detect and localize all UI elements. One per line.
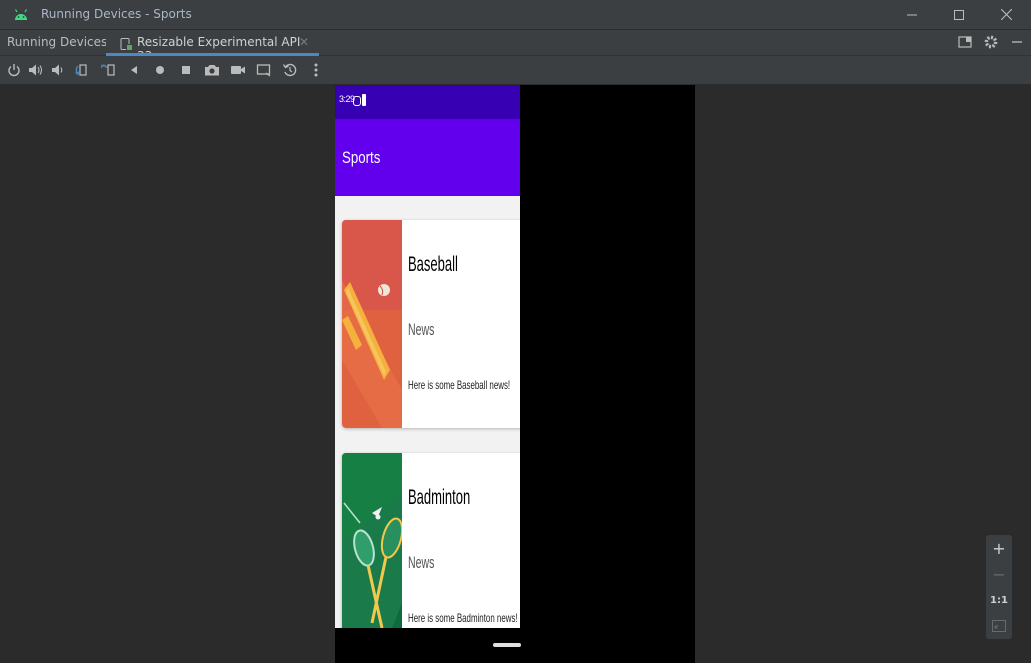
device-frame-icon[interactable] bbox=[256, 62, 272, 78]
card-title: Badminton bbox=[408, 486, 471, 509]
screen-record-icon[interactable] bbox=[230, 62, 246, 78]
running-devices-tab-bar: Running Devices: Resizable Experimental … bbox=[0, 30, 1031, 63]
more-icon[interactable] bbox=[308, 62, 324, 78]
rotate-right-icon[interactable] bbox=[100, 62, 116, 78]
tab-resizable-experimental-api-33[interactable]: Resizable Experimental API 33 ✕ bbox=[106, 30, 319, 63]
android-icon bbox=[13, 7, 29, 21]
rotate-left-icon[interactable] bbox=[73, 62, 89, 78]
maximize-button[interactable] bbox=[936, 0, 982, 29]
volume-down-icon[interactable] bbox=[50, 62, 66, 78]
fit-screen-button[interactable] bbox=[986, 613, 1012, 639]
volume-up-icon[interactable] bbox=[28, 62, 44, 78]
layout-icon[interactable] bbox=[957, 34, 973, 50]
snapshot-icon[interactable] bbox=[282, 62, 298, 78]
close-tab-icon[interactable]: ✕ bbox=[299, 36, 309, 48]
app-top-bar: Sports bbox=[335, 119, 520, 196]
card-subtitle: News bbox=[408, 553, 435, 572]
power-icon[interactable] bbox=[6, 62, 22, 78]
sport-card-baseball[interactable]: Baseball News Here is some Baseball news… bbox=[342, 220, 520, 428]
card-title: Baseball bbox=[408, 253, 458, 276]
maximize-icon bbox=[954, 9, 964, 20]
android-status-bar: 3:29 bbox=[335, 85, 520, 119]
zoom-out-button[interactable]: − bbox=[986, 561, 1012, 587]
actual-size-button[interactable]: 1:1 bbox=[986, 587, 1012, 613]
minimize-panel-icon[interactable] bbox=[1009, 34, 1025, 50]
notification-icon bbox=[353, 96, 361, 106]
close-window-button[interactable] bbox=[983, 0, 1029, 29]
battery-icon bbox=[362, 94, 366, 106]
baseball-image bbox=[342, 220, 402, 428]
device-toolbar bbox=[0, 56, 1031, 85]
screenshot-icon[interactable] bbox=[204, 62, 220, 78]
gesture-handle[interactable] bbox=[493, 643, 521, 647]
card-body: Here is some Badminton news! bbox=[408, 611, 518, 625]
card-subtitle: News bbox=[408, 320, 435, 339]
device-display-area: 3:29 Sports Baseball News Here is some B… bbox=[0, 85, 1031, 663]
device-frame: 3:29 Sports Baseball News Here is some B… bbox=[335, 85, 695, 663]
app-title: Sports bbox=[342, 148, 381, 167]
sport-card-badminton[interactable]: Badminton News Here is some Badminton ne… bbox=[342, 453, 520, 628]
running-devices-label: Running Devices: bbox=[7, 35, 112, 49]
badminton-image bbox=[342, 453, 402, 628]
home-icon[interactable] bbox=[152, 62, 168, 78]
window-title: Running Devices - Sports bbox=[41, 7, 192, 21]
device-screen[interactable]: 3:29 Sports Baseball News Here is some B… bbox=[335, 85, 520, 628]
zoom-controls: + − 1:1 bbox=[986, 535, 1012, 639]
overview-icon[interactable] bbox=[178, 62, 194, 78]
android-navigation-bar bbox=[335, 628, 521, 663]
window-title-bar: Running Devices - Sports bbox=[0, 0, 1031, 30]
card-body: Here is some Baseball news! bbox=[408, 378, 511, 392]
zoom-in-button[interactable]: + bbox=[986, 535, 1012, 561]
minimize-icon bbox=[907, 10, 917, 20]
fit-screen-icon bbox=[992, 617, 1006, 636]
minimize-button[interactable] bbox=[889, 0, 935, 29]
back-icon[interactable] bbox=[126, 62, 142, 78]
close-icon bbox=[1000, 9, 1012, 20]
gear-icon[interactable] bbox=[983, 34, 999, 50]
